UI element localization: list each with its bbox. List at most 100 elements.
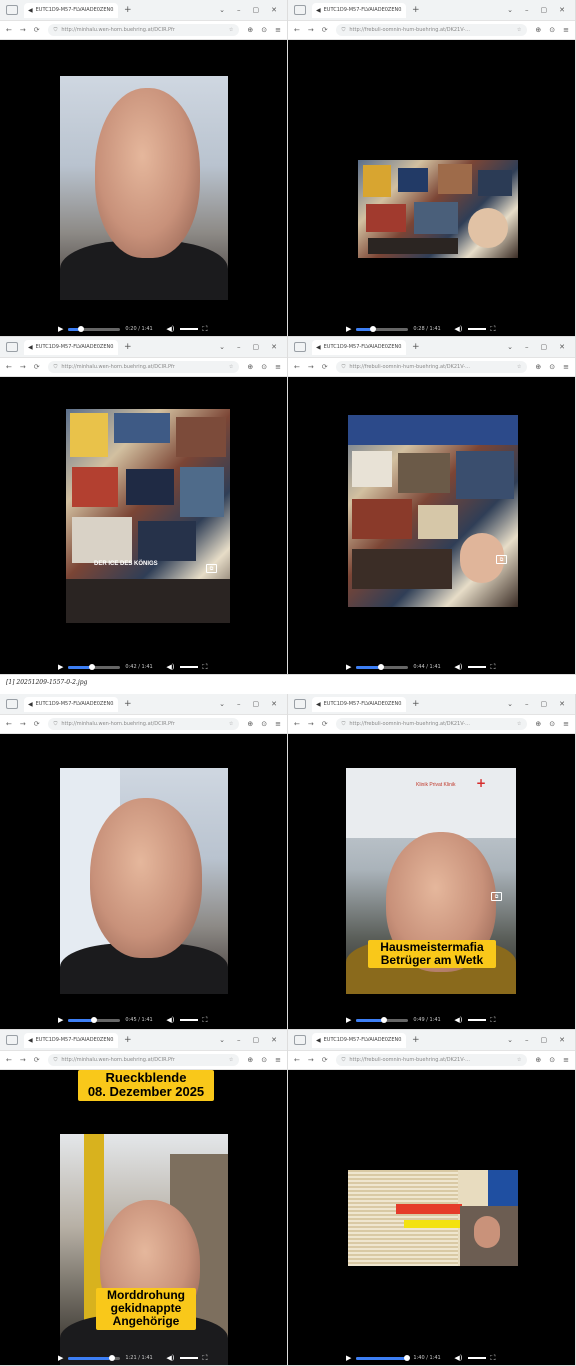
- url-field[interactable]: ⛉ http://minhalu.wen-horn.buehring.at/DCI…: [47, 361, 240, 373]
- maximize-button[interactable]: ▢: [253, 700, 260, 708]
- url-field[interactable]: ⛉ http://frebuli-oomnin-hum-buehring.at/D…: [335, 1054, 528, 1066]
- extensions-icon[interactable]: ⊕: [535, 720, 541, 728]
- back-button[interactable]: ←: [6, 720, 12, 728]
- picture-in-picture-icon[interactable]: ⧉: [491, 892, 502, 901]
- extensions-icon[interactable]: ⊕: [247, 720, 253, 728]
- close-window-button[interactable]: ✕: [271, 343, 277, 351]
- seek-bar[interactable]: [68, 325, 121, 332]
- url-field[interactable]: ⛉ http://minhalu.wen-horn.buehring.at/DCI…: [47, 24, 240, 36]
- maximize-button[interactable]: ▢: [541, 700, 548, 708]
- url-field[interactable]: ⛉ http://minhalu.wen-horn.buehring.at/DCI…: [47, 718, 240, 730]
- minimize-button[interactable]: –: [525, 6, 529, 14]
- url-field[interactable]: ⛉ http://frebuli-oomnin-hum-buehring.at/D…: [335, 361, 528, 373]
- menu-icon[interactable]: ≡: [275, 363, 281, 371]
- url-field[interactable]: ⛉ http://frebuli-oomnin-hum-buehring.at/D…: [335, 24, 528, 36]
- url-field[interactable]: ⛉ http://frebuli-oomnin-hum-buehring.at/D…: [335, 718, 528, 730]
- volume-slider[interactable]: [179, 1357, 198, 1359]
- extensions-icon[interactable]: ⊕: [247, 26, 253, 34]
- minimize-button[interactable]: –: [237, 1036, 241, 1044]
- seek-bar[interactable]: [68, 663, 121, 670]
- volume-slider[interactable]: [179, 666, 198, 668]
- fullscreen-icon[interactable]: ⛶: [491, 663, 496, 672]
- star-icon[interactable]: ☆: [229, 364, 233, 370]
- close-window-button[interactable]: ✕: [271, 700, 277, 708]
- minimize-button[interactable]: –: [525, 1036, 529, 1044]
- new-tab-button[interactable]: +: [412, 1035, 420, 1045]
- forward-button[interactable]: →: [20, 720, 26, 728]
- fullscreen-icon[interactable]: ⛶: [203, 663, 208, 672]
- fullscreen-icon[interactable]: ⛶: [203, 1354, 208, 1363]
- star-icon[interactable]: ☆: [229, 721, 233, 727]
- play-icon[interactable]: ▶: [58, 1354, 63, 1362]
- volume-icon[interactable]: ◀): [454, 1354, 462, 1362]
- tab-overview-icon[interactable]: [6, 1035, 18, 1045]
- video-player[interactable]: ⧉ ▶ 0:44 / 1:41 ◀) ⛶: [288, 377, 575, 674]
- minimize-button[interactable]: –: [237, 343, 241, 351]
- seek-bar[interactable]: [356, 1354, 411, 1361]
- close-window-button[interactable]: ✕: [559, 343, 565, 351]
- close-window-button[interactable]: ✕: [271, 6, 277, 14]
- volume-slider[interactable]: [467, 328, 486, 330]
- star-icon[interactable]: ☆: [517, 364, 521, 370]
- back-button[interactable]: ←: [6, 1056, 12, 1064]
- menu-icon[interactable]: ≡: [563, 720, 569, 728]
- forward-button[interactable]: →: [308, 26, 314, 34]
- maximize-button[interactable]: ▢: [253, 1036, 260, 1044]
- menu-icon[interactable]: ≡: [275, 720, 281, 728]
- star-icon[interactable]: ☆: [517, 1057, 521, 1063]
- back-button[interactable]: ←: [294, 1056, 300, 1064]
- reload-button[interactable]: ⟳: [34, 720, 40, 728]
- maximize-button[interactable]: ▢: [541, 343, 548, 351]
- downloads-icon[interactable]: ⊙: [549, 720, 555, 728]
- play-icon[interactable]: ▶: [346, 663, 351, 671]
- back-button[interactable]: ←: [294, 363, 300, 371]
- video-player[interactable]: Klinik Privat Klinik + ⧉ Hausmeistermafi…: [288, 734, 575, 1029]
- star-icon[interactable]: ☆: [229, 27, 233, 33]
- downloads-icon[interactable]: ⊙: [261, 363, 267, 371]
- extensions-icon[interactable]: ⊕: [535, 363, 541, 371]
- close-window-button[interactable]: ✕: [559, 1036, 565, 1044]
- chevron-down-icon[interactable]: ⌄: [507, 700, 513, 708]
- downloads-icon[interactable]: ⊙: [549, 26, 555, 34]
- reload-button[interactable]: ⟳: [34, 1056, 40, 1064]
- star-icon[interactable]: ☆: [517, 27, 521, 33]
- volume-icon[interactable]: ◀): [166, 325, 174, 333]
- forward-button[interactable]: →: [308, 720, 314, 728]
- video-player[interactable]: ▶ 0:28 / 1:41 ◀) ⛶: [288, 40, 575, 336]
- maximize-button[interactable]: ▢: [253, 6, 260, 14]
- forward-button[interactable]: →: [308, 1056, 314, 1064]
- minimize-button[interactable]: –: [525, 700, 529, 708]
- star-icon[interactable]: ☆: [229, 1057, 233, 1063]
- new-tab-button[interactable]: +: [124, 699, 132, 709]
- minimize-button[interactable]: –: [525, 343, 529, 351]
- maximize-button[interactable]: ▢: [541, 1036, 548, 1044]
- extensions-icon[interactable]: ⊕: [247, 1056, 253, 1064]
- chevron-down-icon[interactable]: ⌄: [507, 6, 513, 14]
- new-tab-button[interactable]: +: [124, 5, 132, 15]
- maximize-button[interactable]: ▢: [541, 6, 548, 14]
- chevron-down-icon[interactable]: ⌄: [507, 343, 513, 351]
- minimize-button[interactable]: –: [237, 700, 241, 708]
- menu-icon[interactable]: ≡: [275, 26, 281, 34]
- reload-button[interactable]: ⟳: [34, 26, 40, 34]
- forward-button[interactable]: →: [20, 363, 26, 371]
- fullscreen-icon[interactable]: ⛶: [203, 1016, 208, 1025]
- back-button[interactable]: ←: [6, 363, 12, 371]
- chevron-down-icon[interactable]: ⌄: [507, 1036, 513, 1044]
- fullscreen-icon[interactable]: ⛶: [491, 1016, 496, 1025]
- downloads-icon[interactable]: ⊙: [261, 26, 267, 34]
- picture-in-picture-icon[interactable]: ⧉: [206, 564, 217, 573]
- browser-tab[interactable]: ◀EUTC1D9-M57-FLVAIADE0ZEN0.8 ×: [24, 339, 118, 355]
- volume-icon[interactable]: ◀): [454, 663, 462, 671]
- star-icon[interactable]: ☆: [517, 721, 521, 727]
- seek-bar[interactable]: [68, 1354, 121, 1361]
- menu-icon[interactable]: ≡: [563, 26, 569, 34]
- downloads-icon[interactable]: ⊙: [549, 363, 555, 371]
- forward-button[interactable]: →: [20, 26, 26, 34]
- browser-tab[interactable]: ◀EUTC1D9-M57-FLVAIADE0ZEN0.8 ×: [312, 339, 406, 355]
- browser-tab[interactable]: ◀EUTC1D9-M57-FLVAIADE0ZEN0.8 ×: [312, 1032, 406, 1048]
- browser-tab[interactable]: ◀EUTC1D9-M57-FLVAIADE0ZEN0.8 ×: [24, 2, 118, 18]
- extensions-icon[interactable]: ⊕: [247, 363, 253, 371]
- reload-button[interactable]: ⟳: [322, 363, 328, 371]
- downloads-icon[interactable]: ⊙: [261, 1056, 267, 1064]
